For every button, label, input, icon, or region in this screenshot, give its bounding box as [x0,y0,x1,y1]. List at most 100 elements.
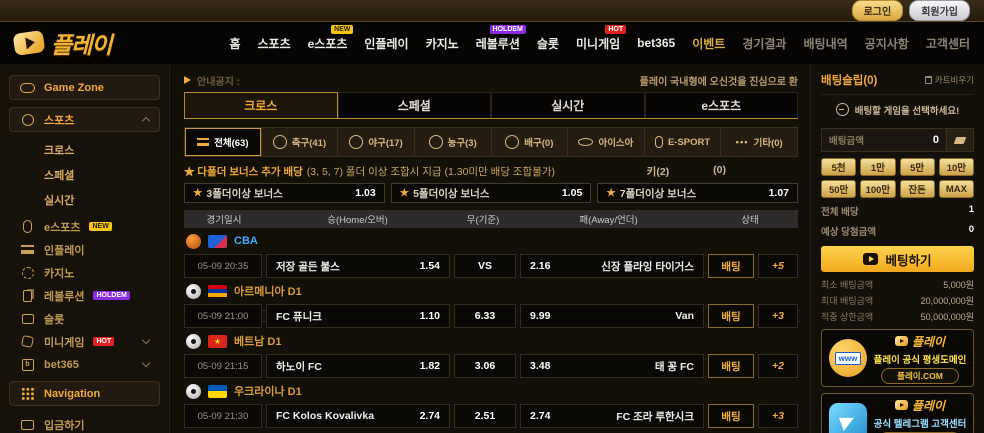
draw-odds-button[interactable]: 6.33 [454,304,516,328]
sidebar-item-bet365[interactable]: b bet365 [0,353,169,376]
nav-event[interactable]: 이벤트 [692,35,725,52]
sidebar-item-deposit[interactable]: 입금하기 [0,413,169,433]
nav-support[interactable]: 고객센터 [926,35,970,52]
nav-bet-history[interactable]: 배팅내역 [803,35,847,52]
home-odds-button[interactable]: FC 퓨니크1.10 [266,304,450,328]
banner-button[interactable]: 플레이.COM [881,368,959,384]
list-icon [197,138,209,146]
home-odds-button[interactable]: 하노이 FC1.82 [266,354,450,378]
eraser-icon [954,137,967,144]
nav-esports[interactable]: e스포츠NEW [308,35,348,52]
puck-icon [578,138,593,146]
sidebar-item-special[interactable]: 스페셜 [44,167,169,183]
nav-results[interactable]: 경기결과 [742,35,786,52]
sidebar-item-navigation[interactable]: Navigation [9,381,160,406]
banner-domain[interactable]: www 플레이 플레이 공식 평생도메인 플레이.COM [821,329,974,387]
bet-amount-input[interactable]: 배팅금액 0 [821,128,947,152]
nav-slot[interactable]: 슬롯 [537,35,559,52]
filter-esport[interactable]: E-SPORT [645,128,722,156]
chevron-down-icon [142,336,150,344]
sidebar-item-cross[interactable]: 크로스 [44,142,169,158]
nav-bet365[interactable]: bet365 [637,36,675,50]
sidebar-item-game-zone[interactable]: Game Zone [9,75,160,100]
more-markets-button[interactable]: +3 [758,404,798,428]
quick-amount-5k[interactable]: 5천 [821,158,856,176]
login-button[interactable]: 로그인 [852,0,904,21]
sidebar-item-live[interactable]: 실시간 [44,192,169,208]
draw-odds-button[interactable]: 3.06 [454,354,516,378]
place-bet-button[interactable]: 베팅하기 [821,246,974,272]
away-odds-button[interactable]: 9.99Van [520,304,704,328]
filter-baseball[interactable]: 야구(17) [338,128,415,156]
bet-button[interactable]: 배팅 [708,354,754,378]
sport-tabs: 크로스 스페셜 실시간 e스포츠 [184,92,798,119]
draw-odds-button[interactable]: VS [454,254,516,278]
quick-amount-change[interactable]: 잔돈 [900,180,935,198]
draw-odds-button[interactable]: 2.51 [454,404,516,428]
sidebar-item-slot[interactable]: 슬롯 [0,307,169,330]
away-odds-button[interactable]: 3.48태 꽁 FC [520,354,704,378]
bonus-5folder-button[interactable]: ★5폴더이상 보너스1.05 [391,183,592,203]
sidebar-item-inplay[interactable]: 인플레이 [0,238,169,261]
sidebar-item-casino[interactable]: 카지노 [0,261,169,284]
banner-logo-text: 플레이 [912,333,945,350]
sidebar-item-revolution[interactable]: 레볼루션 HOLDEM [0,284,169,307]
quick-amount-50k[interactable]: 5만 [900,158,935,176]
bonus-label: 5폴더이상 보너스 [413,186,489,201]
clear-cart-button[interactable]: 카트비우기 [925,74,974,86]
logo[interactable]: 플레이 [14,26,111,60]
match-time: 05-09 20:35 [184,254,262,278]
tab-cross[interactable]: 크로스 [184,92,338,118]
quick-amount-1m[interactable]: 100만 [860,180,895,198]
quick-amount-100k[interactable]: 10만 [939,158,974,176]
filter-icehockey[interactable]: 아이스아 [568,128,645,156]
sidebar-item-label: 레볼루션 [44,288,84,304]
more-markets-button[interactable]: +2 [758,354,798,378]
home-odds-button[interactable]: 저장 골든 불스1.54 [266,254,450,278]
bonus-3folder-button[interactable]: ★3폴더이상 보너스1.03 [184,183,385,203]
nav-inplay[interactable]: 인플레이 [364,35,408,52]
home-odds-button[interactable]: FC Kolos Kovalivka2.74 [266,404,450,428]
sidebar-item-minigame[interactable]: 미니게임 HOT [0,330,169,353]
basketball-icon [186,234,201,249]
nav-sports[interactable]: 스포츠 [258,35,291,52]
bet-button[interactable]: 배팅 [708,304,754,328]
filter-volleyball[interactable]: 배구(0) [492,128,569,156]
signup-button[interactable]: 회원가입 [909,0,970,21]
league-name: CBA [234,235,258,247]
quick-amount-max[interactable]: MAX [939,180,974,198]
bonus-7folder-button[interactable]: ★7폴더이상 보너스1.07 [597,183,798,203]
away-odds-button[interactable]: 2.74FC 조라 루한시크 [520,404,704,428]
more-markets-button[interactable]: +3 [758,304,798,328]
col-state: 상태 [702,212,798,226]
bet-button[interactable]: 배팅 [708,254,754,278]
tab-esports[interactable]: e스포츠 [645,92,799,118]
sidebar-item-esports[interactable]: e스포츠 NEW [0,215,169,238]
nav-notice[interactable]: 공지사항 [865,35,909,52]
tab-special[interactable]: 스페셜 [338,92,492,118]
more-markets-button[interactable]: +5 [758,254,798,278]
amount-clear-button[interactable] [947,128,974,152]
tab-live[interactable]: 실시간 [491,92,645,118]
filter-etc[interactable]: •••기타(0) [721,128,797,156]
filter-basketball[interactable]: 농구(3) [415,128,492,156]
filter-soccer[interactable]: 축구(41) [262,128,339,156]
main-nav: 홈 스포츠 e스포츠NEW 인플레이 카지노 레볼루션HOLDEM 슬롯 미니게… [229,35,970,52]
total-odds-row: 전체 배당 1 [821,204,974,218]
mouse-icon [655,136,663,148]
bet-button[interactable]: 배팅 [708,404,754,428]
sidebar-item-sports[interactable]: 스포츠 [9,107,160,132]
away-odds-button[interactable]: 2.16신장 플라잉 타이거스 [520,254,704,278]
announcement-label: 안내공지 : [197,73,240,88]
nav-minigame[interactable]: 미니게임HOT [576,35,620,52]
filter-label: 배구(0) [524,135,553,149]
banner-telegram[interactable]: 플레이 공식 텔레그램 고객센터 바로가기 클릭 [821,393,974,433]
nav-revolution[interactable]: 레볼루션HOLDEM [476,35,520,52]
place-bet-label: 베팅하기 [885,250,931,269]
quick-amount-500k[interactable]: 50만 [821,180,856,198]
nav-casino[interactable]: 카지노 [426,35,459,52]
nav-home[interactable]: 홈 [229,35,240,52]
quick-amount-10k[interactable]: 1만 [860,158,895,176]
bonus-row: ★3폴더이상 보너스1.03 ★5폴더이상 보너스1.05 ★7폴더이상 보너스… [184,183,798,203]
filter-all[interactable]: 전체(63) [185,128,262,156]
